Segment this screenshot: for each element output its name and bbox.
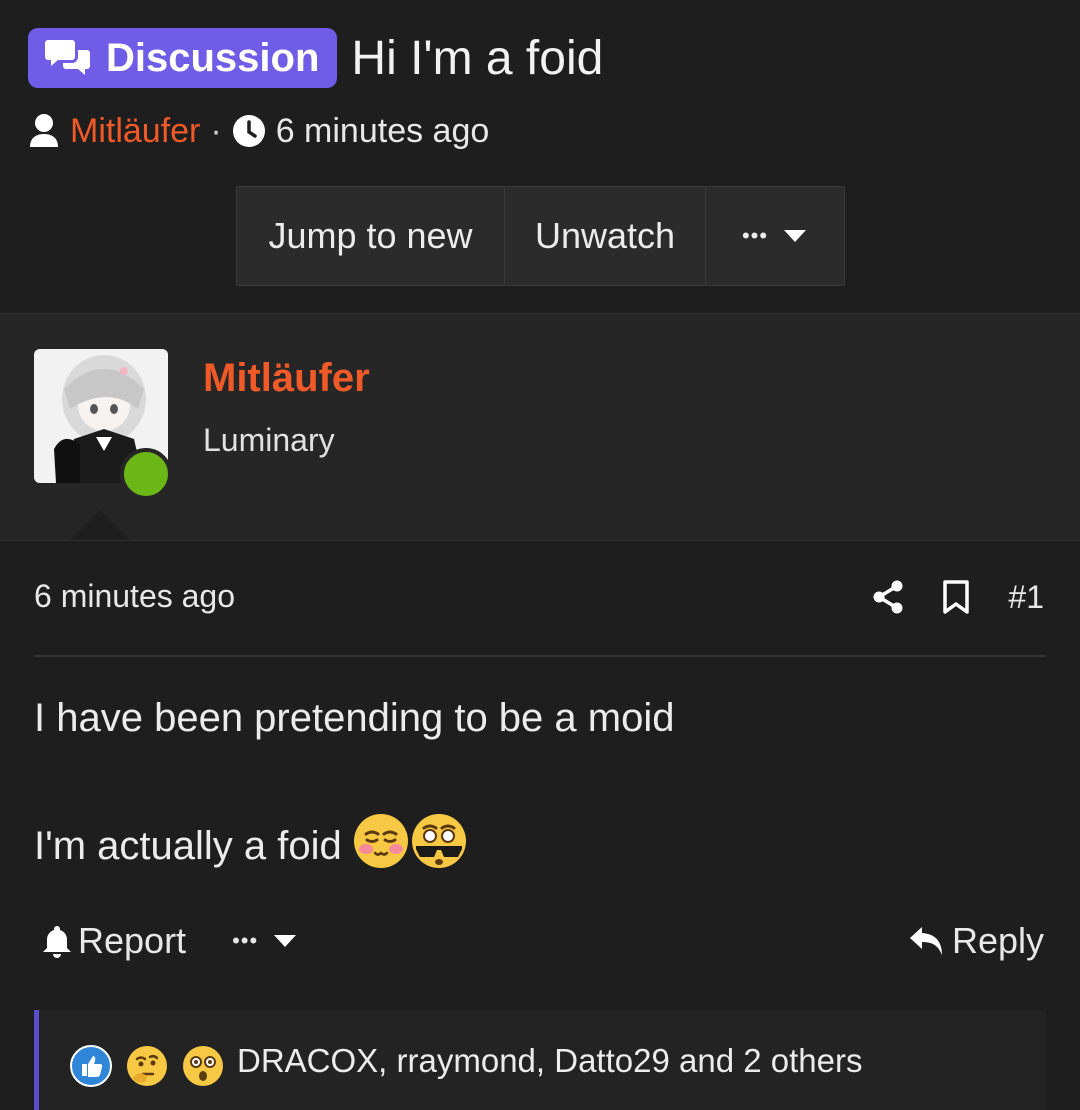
post-user-panel: Mitläufer Luminary [0, 314, 1080, 540]
thread-header: Discussion Hi I'm a foid [28, 28, 603, 88]
like-icon [69, 1044, 113, 1088]
section-divider [0, 540, 1080, 541]
reply-icon [909, 927, 942, 955]
post-tools: #1 [834, 574, 1044, 620]
post-time[interactable]: 6 minutes ago [34, 578, 235, 615]
bell-icon [43, 926, 71, 958]
post-header-divider [34, 655, 1046, 657]
meta-separator: · [210, 111, 222, 150]
report-label: Report [78, 920, 187, 961]
share-button[interactable] [872, 580, 904, 614]
user-title: Luminary [203, 422, 335, 458]
post-body-line-1: I have been pretending to be a moid [34, 696, 675, 740]
chevron-down-icon [784, 230, 807, 242]
bookmark-button[interactable] [942, 579, 970, 615]
comments-icon [45, 40, 90, 75]
report-button[interactable]: Report [42, 920, 186, 962]
wow-icon [181, 1044, 225, 1088]
flushed-sunglasses-emoji [410, 812, 468, 880]
post-number-link[interactable]: #1 [1008, 579, 1044, 616]
post-author-name[interactable]: Mitläufer [203, 356, 370, 401]
thread-author-link[interactable]: Mitläufer [70, 112, 200, 151]
thinking-icon [125, 1044, 169, 1088]
post-more-menu[interactable]: ••• [232, 928, 298, 954]
blushing-face-emoji [352, 812, 410, 880]
reaction-users-text[interactable]: DRACOX, rraymond, Datto29 and 2 others [237, 1042, 862, 1080]
jump-to-new-label: Jump to new [268, 215, 473, 256]
reaction-icons [69, 1044, 237, 1088]
post-actions-left: Report ••• [42, 918, 298, 964]
post-body-line-2: I'm actually a foid [34, 812, 468, 880]
thread-meta: Mitläufer · 6 minutes ago [28, 108, 489, 154]
thread-title: Hi I'm a foid [351, 31, 604, 85]
post-body-line-2-text: I'm actually a foid [34, 823, 342, 868]
user-icon [30, 114, 58, 147]
reply-button[interactable]: Reply [908, 918, 1044, 964]
online-status-indicator [120, 448, 172, 500]
unwatch-button[interactable]: Unwatch [505, 187, 706, 285]
discussion-prefix-badge[interactable]: Discussion [28, 28, 338, 88]
reactions-bar[interactable]: DRACOX, rraymond, Datto29 and 2 others [34, 1010, 1046, 1110]
thread-toolbar: Jump to new Unwatch ••• [236, 186, 845, 286]
bookmark-icon [943, 580, 970, 614]
unwatch-label: Unwatch [534, 215, 676, 256]
thread-time[interactable]: 6 minutes ago [276, 112, 490, 151]
jump-to-new-button[interactable]: Jump to new [237, 187, 505, 285]
user-panel-pointer [70, 510, 130, 540]
clock-icon [232, 115, 265, 147]
thread-more-menu[interactable]: ••• [706, 187, 844, 285]
reply-label: Reply [951, 920, 1044, 961]
prefix-label: Discussion [106, 35, 320, 80]
more-dots-icon: ••• [741, 223, 769, 248]
chevron-down-icon [274, 935, 297, 947]
share-icon [873, 580, 903, 614]
more-dots-icon: ••• [232, 928, 259, 953]
